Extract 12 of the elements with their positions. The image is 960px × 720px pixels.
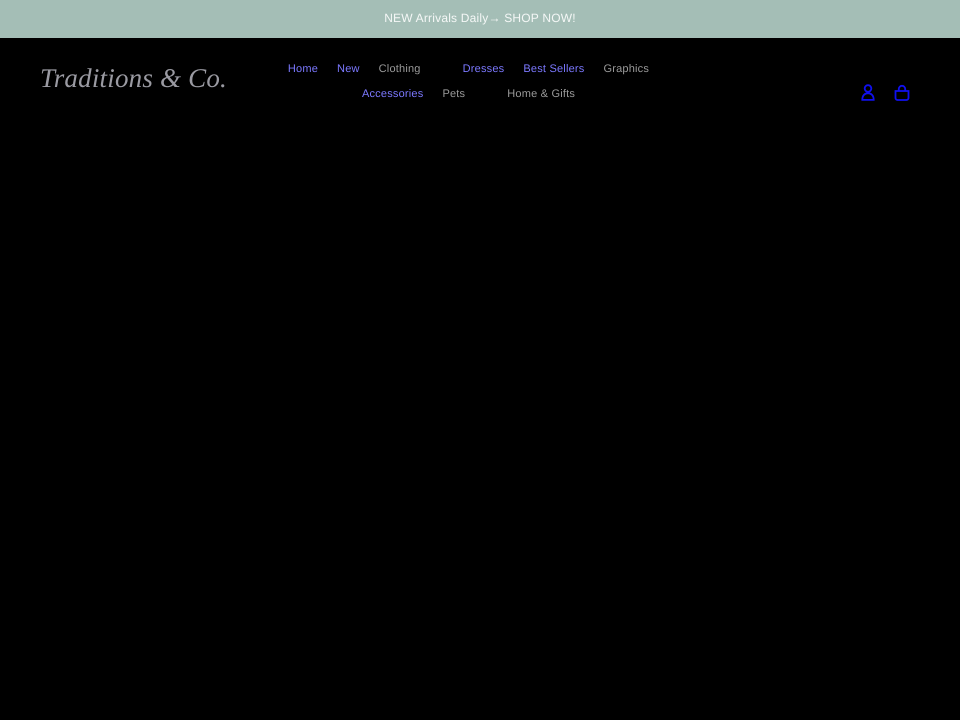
logo[interactable]: Traditions & Co. — [40, 61, 228, 95]
nav-menu-item[interactable]: Pets — [442, 86, 488, 102]
nav-menu-item[interactable]: Graphics — [603, 61, 672, 77]
nav-link[interactable]: Accessories — [362, 86, 424, 102]
nav-link[interactable]: Dresses — [462, 61, 504, 77]
nav-link[interactable]: Home — [288, 61, 318, 77]
nav-link[interactable]: Best Sellers — [523, 61, 584, 77]
account-icon[interactable] — [860, 84, 876, 101]
nav-menu-item[interactable]: Home & Gifts — [507, 86, 598, 102]
cart-icon[interactable] — [894, 84, 910, 101]
nav-menu-item[interactable]: Clothing — [378, 61, 444, 77]
nav-link[interactable]: New — [337, 61, 360, 77]
